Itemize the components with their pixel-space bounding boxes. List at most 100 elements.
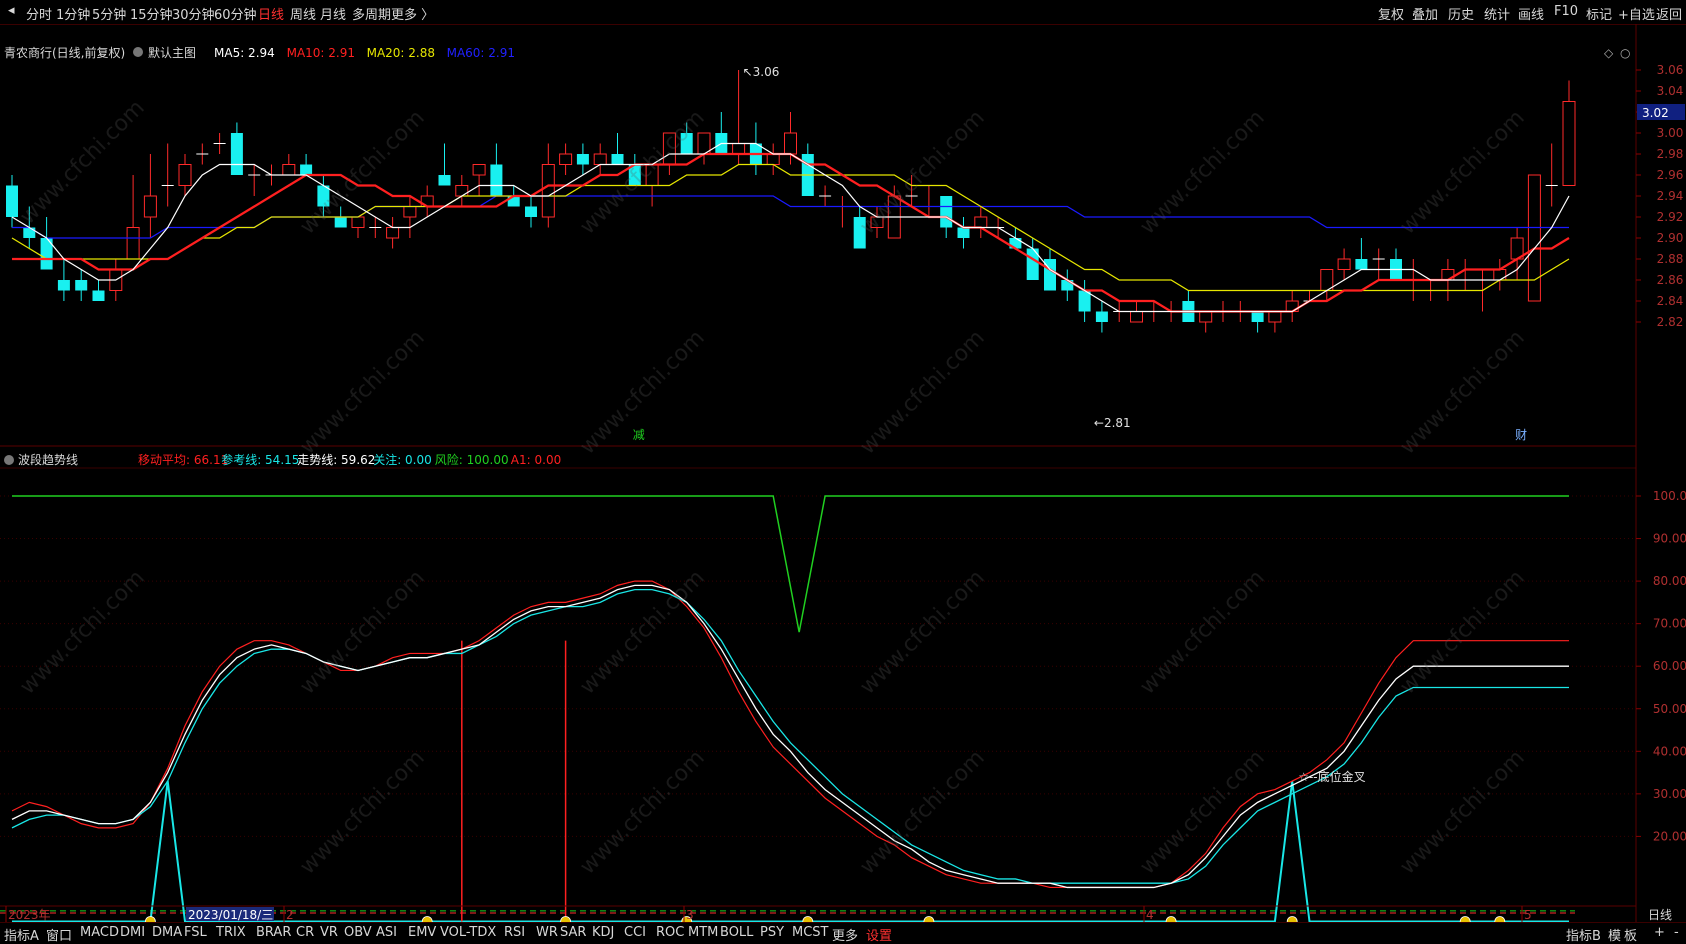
period-tab-8[interactable]: 月线: [320, 4, 346, 23]
period-tab-0[interactable]: 分时: [26, 4, 52, 23]
indicator-dropdown-icon[interactable]: [4, 455, 14, 465]
candle-down[interactable]: [680, 133, 693, 154]
indicator-tab-0[interactable]: 指标A: [4, 925, 39, 944]
tool-button-3[interactable]: 统计: [1484, 4, 1510, 23]
candle-down[interactable]: [1095, 311, 1108, 323]
indicator-tab-23[interactable]: MCST: [792, 925, 829, 940]
indicator-tab-8[interactable]: CR: [296, 925, 314, 940]
indicator-tab-12[interactable]: EMV: [408, 925, 436, 940]
stock-chart-svg[interactable]: 3.06 3.04 3.02 3.00 2.98 2.96 2.94 2.92 2.90 2.88…: [0, 24, 1686, 927]
candle-up[interactable]: [541, 164, 555, 218]
tool-button-0[interactable]: 复权: [1378, 4, 1404, 23]
candle-up[interactable]: [126, 227, 140, 260]
indicator-tab-21[interactable]: BOLL: [720, 925, 753, 940]
candle-down[interactable]: [1355, 259, 1368, 270]
candle-up[interactable]: [178, 164, 192, 186]
period-tab-10[interactable]: 更多 〉: [391, 4, 434, 23]
candle-up[interactable]: [403, 206, 417, 218]
candle-up[interactable]: [1337, 258, 1351, 270]
candle-up[interactable]: [1527, 174, 1541, 302]
candle-up[interactable]: [662, 132, 676, 165]
template-dropdown-icon[interactable]: [133, 47, 143, 57]
candle-up[interactable]: [1130, 311, 1143, 323]
toolbar-menu-icon[interactable]: ◂: [8, 3, 15, 18]
candle-up[interactable]: [870, 216, 884, 228]
indicator-tab-5[interactable]: FSL: [184, 925, 207, 940]
indicator-tab-3[interactable]: DMI: [120, 925, 145, 940]
candle-up[interactable]: [974, 216, 988, 228]
period-tab-3[interactable]: 15分钟: [130, 4, 173, 23]
period-tab-5[interactable]: 60分钟: [214, 4, 257, 23]
indicator-tab-16[interactable]: SAR: [560, 925, 586, 940]
candle-up[interactable]: [386, 227, 400, 239]
candle-down[interactable]: [576, 154, 589, 165]
indicator-tab-15[interactable]: WR: [536, 925, 558, 940]
tool-button-8[interactable]: 返回: [1656, 4, 1682, 23]
period-tab-2[interactable]: 5分钟: [92, 4, 126, 23]
candle-up[interactable]: [593, 153, 607, 165]
candle-up[interactable]: [455, 185, 469, 197]
indicator-tab-9[interactable]: VR: [320, 925, 338, 940]
indicator-tab-2[interactable]: MACD: [80, 925, 119, 940]
candle-up[interactable]: [351, 216, 365, 228]
candle-down[interactable]: [940, 196, 953, 228]
candle-up[interactable]: [645, 164, 659, 186]
panel-tool-0[interactable]: 指标B: [1566, 925, 1601, 944]
candle-down[interactable]: [6, 185, 18, 218]
candle-down[interactable]: [438, 175, 451, 186]
tool-button-7[interactable]: +自选: [1618, 4, 1655, 23]
chart-area[interactable]: 3.06 3.04 3.02 3.00 2.98 2.96 2.94 2.92 2.90 2.88…: [0, 24, 1686, 927]
candle-down[interactable]: [92, 290, 105, 302]
candle-down[interactable]: [611, 154, 624, 165]
period-tab-9[interactable]: 多周期: [352, 4, 391, 23]
indicator-tab-10[interactable]: OBV: [344, 925, 372, 940]
tool-button-5[interactable]: F10: [1554, 4, 1578, 19]
panel-tool-3[interactable]: +: [1654, 925, 1665, 940]
candle-up[interactable]: [766, 153, 780, 165]
indicator-tab-13[interactable]: VOL-TDX: [440, 925, 496, 940]
candle-down[interactable]: [75, 280, 88, 291]
indicator-tab-4[interactable]: DMA: [152, 925, 182, 940]
panel-tool-1[interactable]: 模: [1608, 925, 1621, 944]
candle-down[interactable]: [957, 227, 970, 239]
candle-down[interactable]: [853, 217, 866, 249]
tool-button-4[interactable]: 画线: [1518, 4, 1544, 23]
candle-down[interactable]: [1251, 311, 1264, 323]
panel-tool-2[interactable]: 板: [1624, 925, 1637, 944]
panel-tool-4[interactable]: -: [1674, 925, 1679, 940]
indicator-tab-7[interactable]: BRAR: [256, 925, 291, 940]
indicator-tab-11[interactable]: ASI: [376, 925, 397, 940]
indicator-tab-6[interactable]: TRIX: [216, 925, 246, 940]
indicator-tab-14[interactable]: RSI: [504, 925, 525, 940]
candle-down[interactable]: [57, 280, 70, 291]
indicator-tab-20[interactable]: MTM: [688, 925, 718, 940]
candle-up[interactable]: [784, 132, 797, 155]
candle-down[interactable]: [230, 133, 243, 175]
period-tab-6[interactable]: 日线: [258, 4, 284, 23]
candle-up[interactable]: [1493, 269, 1507, 281]
period-tab-7[interactable]: 周线: [290, 4, 316, 23]
period-tab-4[interactable]: 30分钟: [172, 4, 215, 23]
candle-up[interactable]: [1199, 311, 1213, 323]
indicator-tab-22[interactable]: PSY: [760, 925, 784, 940]
indicator-tab-1[interactable]: 窗口: [46, 925, 72, 944]
tool-button-6[interactable]: 标记: [1586, 4, 1612, 23]
indicator-tab-17[interactable]: KDJ: [592, 925, 614, 940]
indicator-tab-19[interactable]: ROC: [656, 925, 684, 940]
candle-up[interactable]: [732, 143, 746, 155]
tool-button-2[interactable]: 历史: [1448, 4, 1474, 23]
candle-up[interactable]: [282, 164, 296, 176]
candle-down[interactable]: [525, 206, 537, 218]
candle-up[interactable]: [559, 153, 573, 165]
candle-up[interactable]: [1268, 311, 1282, 323]
candle-up[interactable]: [143, 195, 157, 218]
candle-down[interactable]: [23, 227, 36, 239]
indicator-tab-25[interactable]: 设置: [866, 925, 892, 944]
tool-button-1[interactable]: 叠加: [1412, 4, 1438, 23]
candle-up[interactable]: [1562, 101, 1576, 186]
candle-up[interactable]: [472, 164, 486, 176]
period-tab-1[interactable]: 1分钟: [56, 4, 90, 23]
candle-down[interactable]: [490, 164, 503, 197]
indicator-tab-24[interactable]: 更多: [832, 925, 858, 944]
indicator-tab-18[interactable]: CCI: [624, 925, 646, 940]
